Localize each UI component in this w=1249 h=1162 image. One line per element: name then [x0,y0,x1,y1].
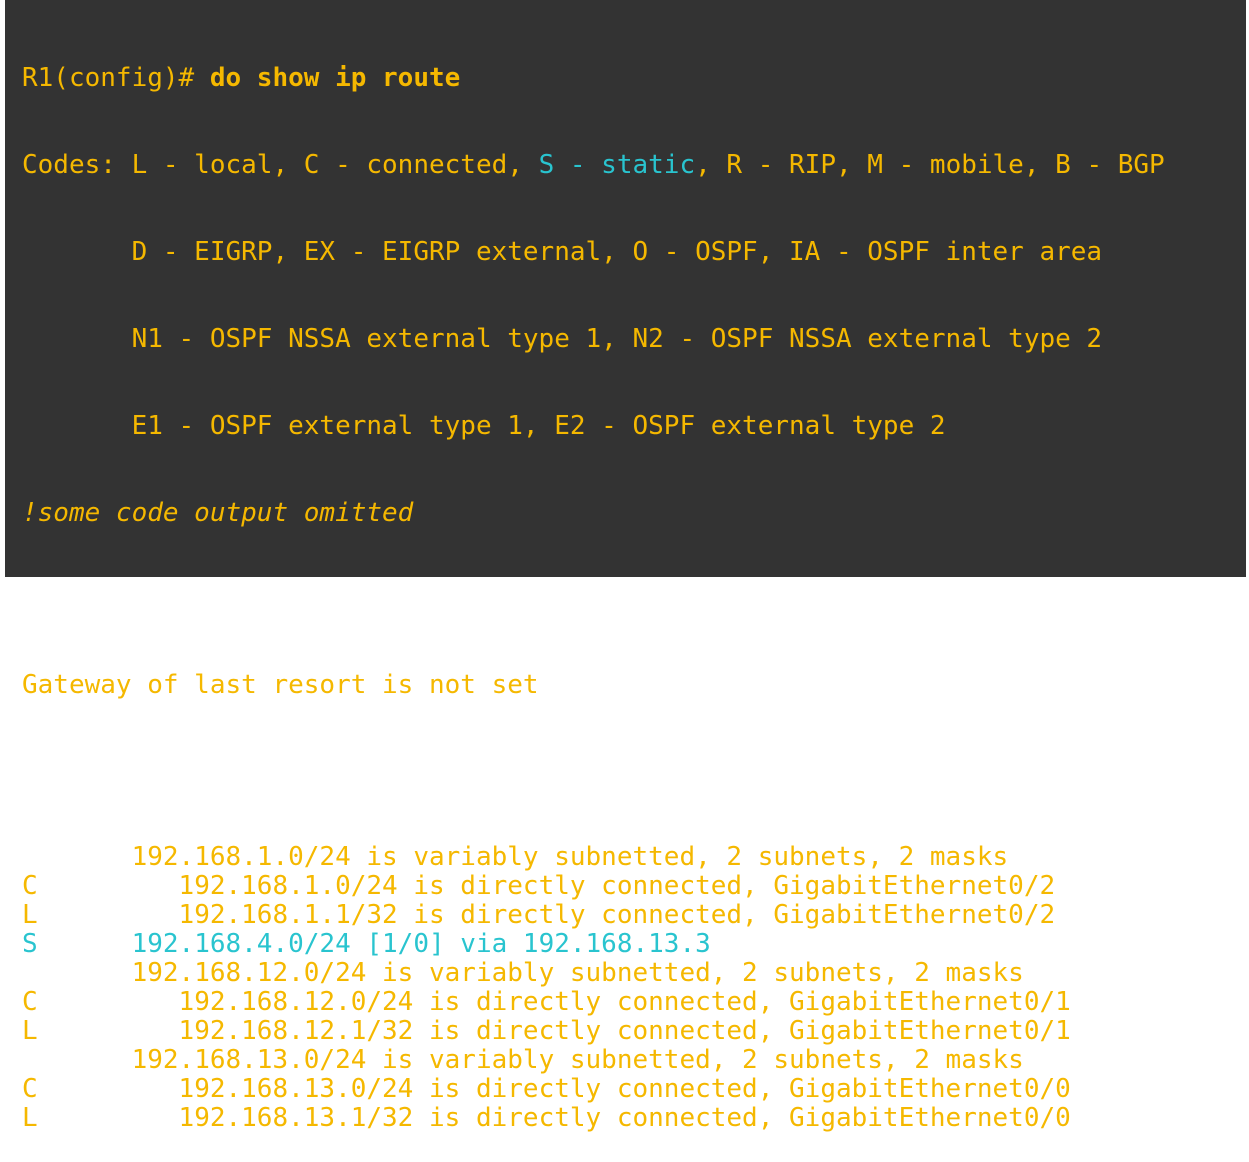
route-code: C [22,987,38,1017]
codes-static-highlight: S - static [538,150,696,180]
route-code [22,1045,38,1075]
route-text: 192.168.1.1/32 is directly connected, Gi… [37,900,1056,930]
route-row: C 192.168.1.0/24 is directly connected, … [22,872,1246,901]
route-row: C 192.168.13.0/24 is directly connected,… [22,1075,1246,1104]
route-code [22,842,38,872]
route-row: L 192.168.13.1/32 is directly connected,… [22,1104,1246,1133]
route-code: C [22,1074,38,1104]
route-row: 192.168.1.0/24 is variably subnetted, 2 … [22,843,1246,872]
route-row: 192.168.12.0/24 is variably subnetted, 2… [22,959,1246,988]
route-text: 192.168.4.0/24 [1/0] via 192.168.13.3 [37,929,711,959]
route-code: S [22,929,38,959]
route-text: 192.168.12.1/32 is directly connected, G… [37,1016,1071,1046]
route-text: 192.168.13.1/32 is directly connected, G… [37,1103,1071,1133]
route-code [22,958,38,988]
route-row: 192.168.13.0/24 is variably subnetted, 2… [22,1046,1246,1075]
codes-line-1: Codes: L - local, C - connected, S - sta… [22,151,1246,180]
codes-line-4: E1 - OSPF external type 1, E2 - OSPF ext… [22,411,946,441]
route-code: L [22,900,38,930]
route-code: L [22,1016,38,1046]
route-text: 192.168.12.0/24 is directly connected, G… [37,987,1071,1017]
route-row: L 192.168.12.1/32 is directly connected,… [22,1017,1246,1046]
route-code: L [22,1103,38,1133]
codes-text-a: Codes: L - local, C - connected, [22,150,539,180]
cli-command: do show ip route [194,63,461,93]
route-text: 192.168.13.0/24 is directly connected, G… [37,1074,1071,1104]
route-text: 192.168.13.0/24 is variably subnetted, 2… [37,1045,1024,1075]
route-row: S 192.168.4.0/24 [1/0] via 192.168.13.3 [22,930,1246,959]
cli-prompt: R1(config)# [22,63,195,93]
omitted-comment: !some code output omitted [22,498,414,528]
gateway-line: Gateway of last resort is not set [22,670,539,700]
route-text: 192.168.1.0/24 is variably subnetted, 2 … [37,842,1009,872]
route-text: 192.168.1.0/24 is directly connected, Gi… [37,871,1056,901]
terminal-window[interactable]: R1(config)# do show ip route Codes: L - … [5,0,1246,1133]
codes-text-b: , R - RIP, M - mobile, B - BGP [695,150,1165,180]
codes-line-2: D - EIGRP, EX - EIGRP external, O - OSPF… [22,237,1103,267]
routing-table: 192.168.1.0/24 is variably subnetted, 2 … [22,843,1246,1133]
codes-line-3: N1 - OSPF NSSA external type 1, N2 - OSP… [22,324,1103,354]
route-row: L 192.168.1.1/32 is directly connected, … [22,901,1246,930]
route-row: C 192.168.12.0/24 is directly connected,… [22,988,1246,1017]
command-line: R1(config)# do show ip route [22,64,1246,93]
route-text: 192.168.12.0/24 is variably subnetted, 2… [37,958,1024,988]
route-code: C [22,871,38,901]
